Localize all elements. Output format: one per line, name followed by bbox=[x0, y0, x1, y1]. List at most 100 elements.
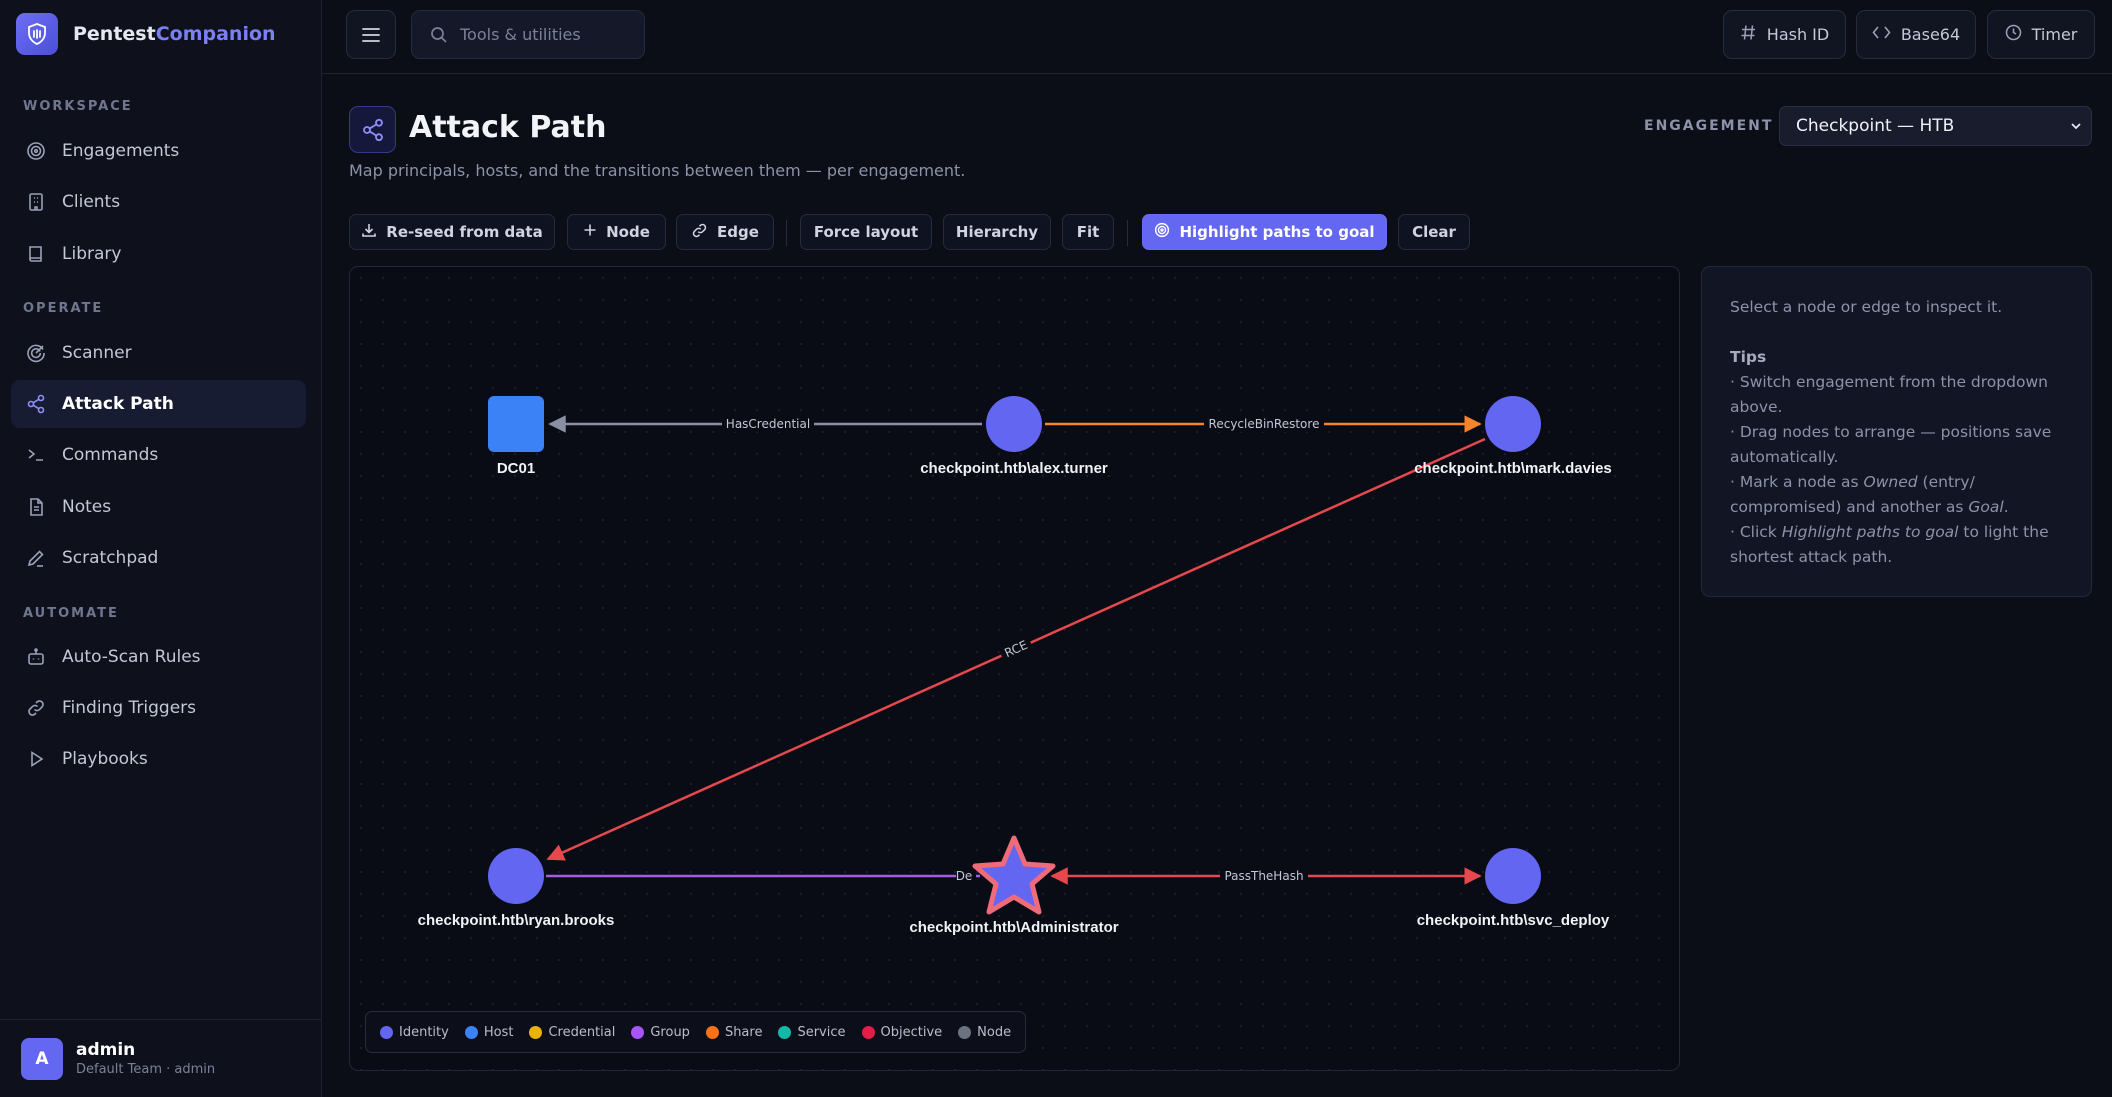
legend-dot-objective bbox=[861, 1025, 875, 1039]
engagement-select[interactable]: Checkpoint — HTB bbox=[1779, 106, 2092, 146]
sidebar-item-clients[interactable]: Clients bbox=[11, 178, 306, 226]
legend-dot-host bbox=[464, 1025, 478, 1039]
edge-label: PassTheHash bbox=[1224, 869, 1303, 883]
legend-dot-node bbox=[958, 1025, 972, 1039]
user-name: admin bbox=[76, 1040, 136, 1060]
sidebar-item-library[interactable]: Library bbox=[11, 230, 306, 278]
code-icon bbox=[1872, 24, 1891, 45]
fit-button[interactable]: Fit bbox=[1062, 214, 1114, 250]
sidebar-item-label: Notes bbox=[62, 497, 112, 517]
legend-item: Group bbox=[631, 1025, 690, 1040]
legend-item: Credential bbox=[529, 1025, 615, 1040]
sidebar-item-notes[interactable]: Notes bbox=[11, 483, 306, 531]
link-icon bbox=[691, 222, 708, 243]
legend-item: Service bbox=[778, 1025, 846, 1040]
sidebar-item-label: Playbooks bbox=[62, 749, 148, 769]
graph-node-alex-turner[interactable]: checkpoint.htb\alex.turner bbox=[920, 396, 1108, 477]
sidebar-item-label: Auto-Scan Rules bbox=[62, 647, 201, 667]
sidebar-item-scanner[interactable]: Scanner bbox=[11, 329, 306, 377]
legend-dot-credential bbox=[529, 1025, 543, 1039]
add-edge-button[interactable]: Edge bbox=[676, 214, 774, 250]
building-icon bbox=[25, 191, 47, 213]
sidebar-item-finding-triggers[interactable]: Finding Triggers bbox=[11, 684, 306, 732]
toolbar-divider bbox=[1127, 220, 1128, 246]
sidebar-item-label: Finding Triggers bbox=[62, 698, 197, 718]
toolbar-divider bbox=[786, 220, 787, 246]
legend-item: Identity bbox=[380, 1025, 449, 1040]
edge-label: De bbox=[956, 869, 973, 883]
reseed-button[interactable]: Re-seed from data bbox=[349, 214, 555, 250]
search-input[interactable]: Tools & utilities bbox=[411, 10, 645, 59]
node-label: checkpoint.htb\svc_deploy bbox=[1417, 912, 1610, 929]
clear-button[interactable]: Clear bbox=[1398, 214, 1470, 250]
legend-dot-service bbox=[778, 1025, 792, 1039]
sidebar-item-label: Scanner bbox=[62, 343, 132, 363]
graph-canvas[interactable]: HasCredential RecycleBinRestore RCE De P… bbox=[349, 266, 1680, 1071]
node-label: checkpoint.htb\mark.davies bbox=[1414, 460, 1612, 477]
graph-node-mark-davies[interactable]: checkpoint.htb\mark.davies bbox=[1414, 396, 1612, 477]
book-icon bbox=[25, 243, 47, 265]
node-label: checkpoint.htb\Administrator bbox=[909, 919, 1118, 936]
graph-svg[interactable]: HasCredential RecycleBinRestore RCE De P… bbox=[350, 267, 1680, 1071]
tip-item: · Drag nodes to arrange — positions save… bbox=[1730, 423, 2052, 466]
shield-logo-icon bbox=[16, 13, 58, 55]
sidebar-item-commands[interactable]: Commands bbox=[11, 431, 306, 479]
file-icon bbox=[25, 496, 47, 518]
sidebar-item-label: Engagements bbox=[62, 141, 180, 161]
graph-edge[interactable]: HasCredential bbox=[548, 415, 982, 433]
node-label: checkpoint.htb\alex.turner bbox=[920, 460, 1108, 477]
graph-edge[interactable]: RecycleBinRestore bbox=[1045, 415, 1482, 433]
graph-node-ryan-brooks[interactable]: checkpoint.htb\ryan.brooks bbox=[418, 848, 615, 929]
play-icon bbox=[25, 748, 47, 770]
hierarchy-button[interactable]: Hierarchy bbox=[943, 214, 1051, 250]
highlight-paths-button[interactable]: Highlight paths to goal bbox=[1142, 214, 1387, 250]
search-icon bbox=[430, 26, 448, 44]
sidebar-item-label: Library bbox=[62, 244, 122, 264]
add-node-button[interactable]: Node bbox=[567, 214, 666, 250]
sidebar-item-label: Scratchpad bbox=[62, 548, 159, 568]
graph-node-dc01[interactable]: DC01 bbox=[488, 396, 544, 477]
graph-legend: Identity Host Credential Group Share Ser… bbox=[365, 1011, 1027, 1053]
node-label: checkpoint.htb\ryan.brooks bbox=[418, 912, 615, 929]
menu-button[interactable] bbox=[346, 10, 396, 59]
graph-node-svc-deploy[interactable]: checkpoint.htb\svc_deploy bbox=[1417, 848, 1610, 929]
section-label-automate: AUTOMATE bbox=[23, 606, 119, 621]
sidebar-item-playbooks[interactable]: Playbooks bbox=[11, 735, 306, 783]
force-layout-button[interactable]: Force layout bbox=[800, 214, 932, 250]
brand[interactable]: PentestCompanion bbox=[16, 13, 276, 55]
avatar: A bbox=[21, 1037, 63, 1080]
sidebar-item-engagements[interactable]: Engagements bbox=[11, 127, 306, 175]
legend-dot-group bbox=[631, 1025, 645, 1039]
edge-label: RecycleBinRestore bbox=[1209, 417, 1320, 431]
legend-item: Share bbox=[705, 1025, 762, 1040]
user-profile[interactable]: A admin Default Team · admin bbox=[0, 1019, 322, 1097]
clock-icon bbox=[2005, 24, 2022, 45]
sidebar-item-label: Attack Path bbox=[62, 394, 174, 414]
section-label-workspace: WORKSPACE bbox=[23, 99, 133, 114]
sidebar: PentestCompanion WORKSPACE Engagements C… bbox=[0, 0, 322, 1097]
graph-node-administrator-goal[interactable]: checkpoint.htb\Administrator bbox=[909, 835, 1119, 936]
hamburger-icon bbox=[362, 27, 380, 42]
graph-edge[interactable]: PassTheHash bbox=[1050, 867, 1482, 885]
tip-item: · Switch engagement from the dropdown ab… bbox=[1730, 373, 2048, 416]
tip-item: · Mark a node as Owned (entry/ compromis… bbox=[1730, 473, 2009, 516]
sidebar-item-attack-path[interactable]: Attack Path bbox=[11, 380, 306, 428]
graph-edge[interactable]: RCE bbox=[546, 437, 1486, 861]
inspector-empty-text: Select a node or edge to inspect it. bbox=[1730, 298, 2003, 316]
tip-item: · Click Highlight paths to goal to light… bbox=[1730, 523, 2049, 566]
legend-item: Host bbox=[464, 1025, 513, 1040]
section-label-operate: OPERATE bbox=[23, 301, 104, 316]
share-icon bbox=[349, 106, 396, 153]
legend-item: Node bbox=[958, 1025, 1011, 1040]
sidebar-item-label: Commands bbox=[62, 445, 159, 465]
sidebar-item-auto-scan-rules[interactable]: Auto-Scan Rules bbox=[11, 633, 306, 681]
graph-edge[interactable]: De bbox=[546, 868, 980, 884]
sidebar-item-scratchpad[interactable]: Scratchpad bbox=[11, 534, 306, 582]
timer-button[interactable]: Timer bbox=[1987, 10, 2095, 59]
search-placeholder: Tools & utilities bbox=[460, 25, 581, 44]
base64-button[interactable]: Base64 bbox=[1856, 10, 1976, 59]
hash-id-button[interactable]: Hash ID bbox=[1723, 10, 1846, 59]
legend-item: Objective bbox=[861, 1025, 942, 1040]
terminal-icon bbox=[25, 444, 47, 466]
pencil-icon bbox=[25, 547, 47, 569]
